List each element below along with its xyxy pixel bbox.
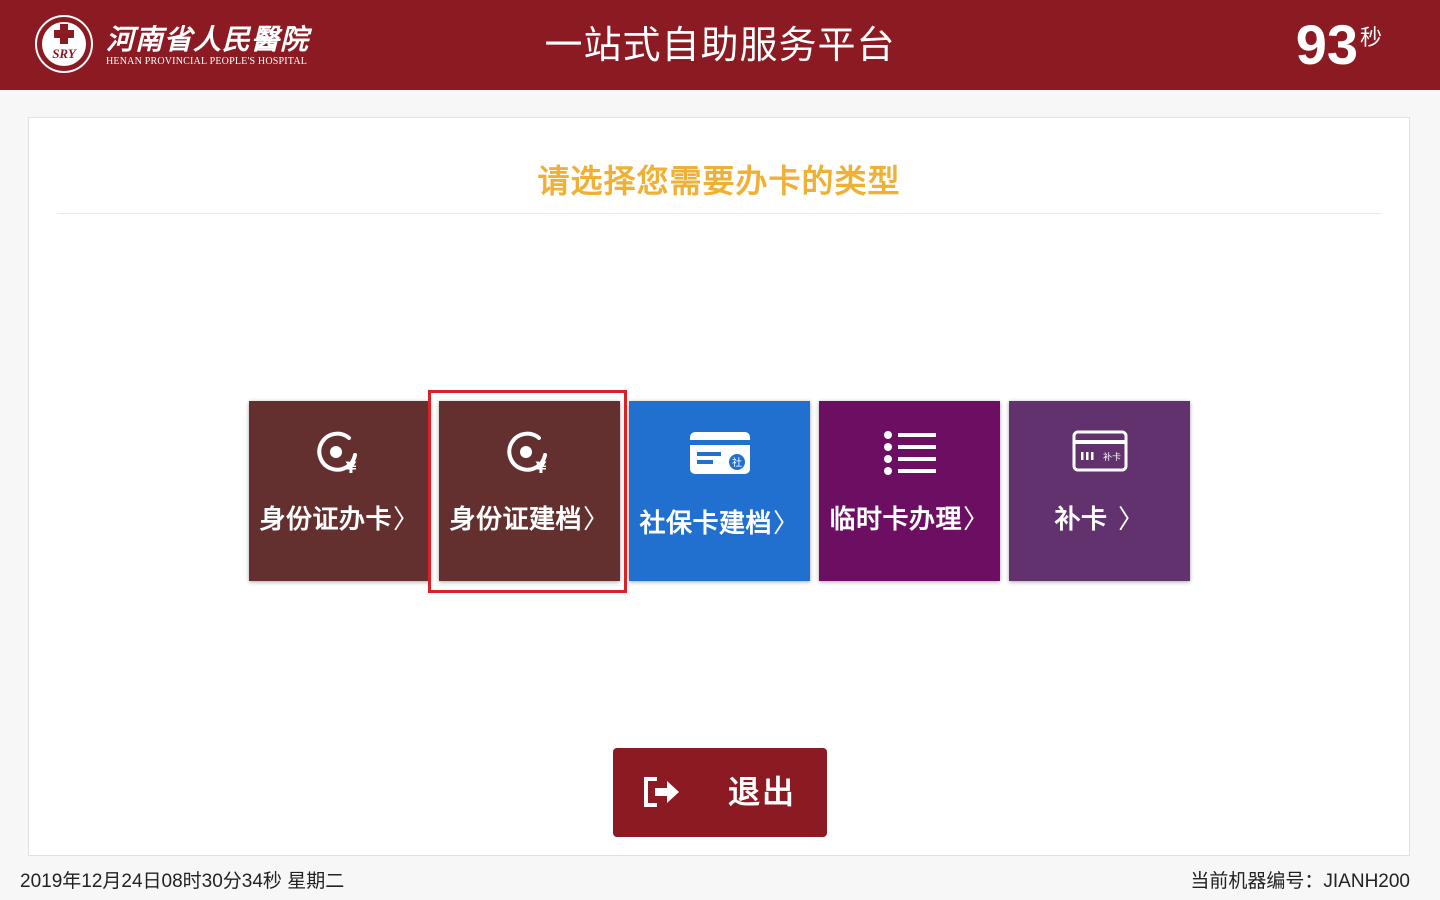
option-label: 补卡 [1054,505,1108,535]
card-type-prompt: 请选择您需要办卡的类型 [537,162,901,200]
card-type-panel: 请选择您需要办卡的类型 ¥ 身份证办卡〉 ¥ 身份证建档〉 社 社保卡建档〉 临… [28,117,1410,856]
card-icon: 补卡 [1009,429,1190,479]
countdown-timer: 93秒 [1296,14,1382,76]
exit-icon [644,777,679,807]
chevron-right-icon: 〉 [773,509,800,539]
countdown-value: 93 [1295,13,1358,76]
option-label: 临时卡办理 [829,505,962,535]
chevron-right-icon: 〉 [583,505,610,535]
exit-label: 退出 [728,773,797,811]
header-bar: SRY 河南省人民醫院 HENAN PROVINCIAL PEOPLE'S HO… [0,0,1440,90]
coin-symbol: ¥ [535,458,546,477]
exit-button[interactable]: 退出 [613,748,827,837]
coin-symbol: ¥ [345,458,356,477]
chevron-right-icon: 〉 [963,505,990,535]
logo-emblem-text: SRY [52,46,77,61]
list-icon [819,429,1000,479]
replace-card-mark: 补卡 [1102,451,1120,463]
chevron-right-icon: 〉 [393,505,420,535]
option-temporary-card[interactable]: 临时卡办理〉 [819,401,1000,581]
id-coin-icon: ¥ [249,429,430,479]
option-id-card-issue[interactable]: ¥ 身份证办卡〉 [249,401,430,581]
social-security-card-icon: 社 [629,429,810,479]
machine-id: 当前机器编号：JIANH200 [1190,871,1410,892]
hospital-emblem-icon: SRY [35,15,93,73]
datetime-display: 2019年12月24日08时30分34秒 星期二 [20,871,345,892]
hospital-name-en: HENAN PROVINCIAL PEOPLE'S HOSPITAL [106,56,308,67]
option-replace-card[interactable]: 补卡 补卡 〉 [1009,401,1190,581]
hospital-logo: SRY 河南省人民醫院 HENAN PROVINCIAL PEOPLE'S HO… [34,14,324,76]
divider [57,213,1381,214]
social-card-mark: 社 [732,456,742,469]
option-label: 身份证建档 [449,505,582,535]
option-id-card-register[interactable]: ¥ 身份证建档〉 [439,401,620,581]
hospital-name-cn: 河南省人民醫院 [106,23,310,56]
id-coin-icon: ¥ [439,429,620,479]
chevron-right-icon: 〉 [1118,505,1145,535]
option-label: 社保卡建档 [639,509,772,539]
option-label: 身份证办卡 [259,505,392,535]
countdown-unit: 秒 [1359,26,1382,51]
option-social-security-register[interactable]: 社 社保卡建档〉 [629,401,810,581]
